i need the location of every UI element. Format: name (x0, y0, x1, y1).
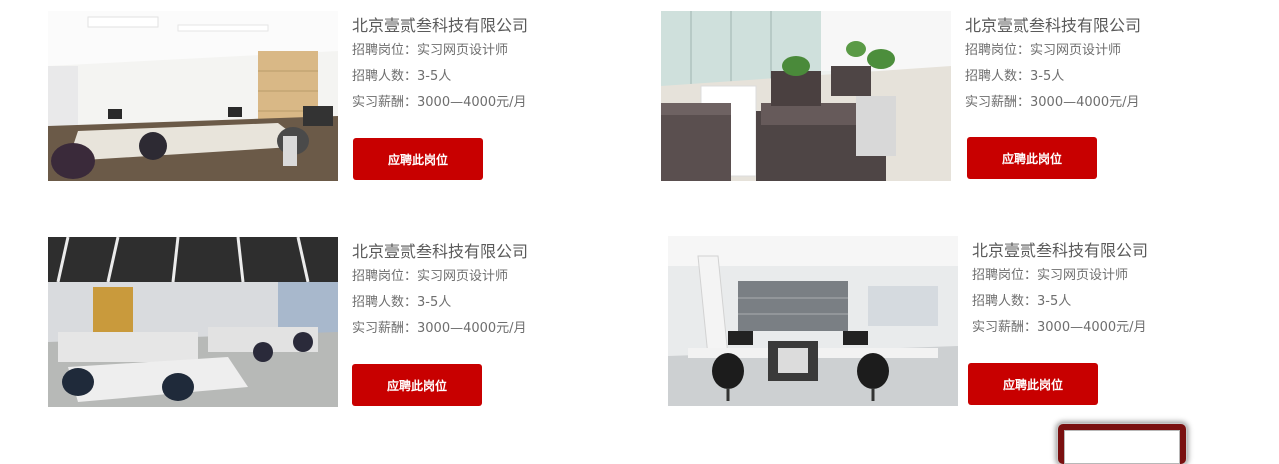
job-position: 招聘岗位：实习网页设计师 (352, 269, 509, 284)
job-card: 北京壹贰叁科技有限公司 招聘岗位：实习网页设计师 招聘人数：3-5人 实习薪酬：… (48, 237, 608, 412)
floating-widget-panel[interactable] (1064, 430, 1180, 464)
job-card: 北京壹贰叁科技有限公司 招聘岗位：实习网页设计师 招聘人数：3-5人 实习薪酬：… (668, 236, 1228, 411)
job-card: 北京壹贰叁科技有限公司 招聘岗位：实习网页设计师 招聘人数：3-5人 实习薪酬：… (48, 11, 608, 186)
job-headcount: 招聘人数：3-5人 (965, 69, 1065, 84)
company-name: 北京壹贰叁科技有限公司 (352, 16, 529, 35)
company-name: 北京壹贰叁科技有限公司 (972, 241, 1149, 260)
apply-button[interactable]: 应聘此岗位 (967, 137, 1097, 179)
job-headcount: 招聘人数：3-5人 (352, 69, 452, 84)
job-salary: 实习薪酬：3000—4000元/月 (352, 95, 527, 110)
job-headcount: 招聘人数：3-5人 (352, 295, 452, 310)
apply-button[interactable]: 应聘此岗位 (353, 138, 483, 180)
apply-button[interactable]: 应聘此岗位 (968, 363, 1098, 405)
job-position: 招聘岗位：实习网页设计师 (352, 43, 509, 58)
lounge-sofas-photo (661, 11, 951, 181)
apply-button[interactable]: 应聘此岗位 (352, 364, 482, 406)
job-headcount: 招聘人数：3-5人 (972, 294, 1072, 309)
office-workspace-photo (48, 11, 338, 181)
job-position: 招聘岗位：实习网页设计师 (965, 43, 1122, 58)
open-plan-office-photo (48, 237, 338, 407)
job-position: 招聘岗位：实习网页设计师 (972, 268, 1129, 283)
floating-widget[interactable] (1058, 424, 1186, 464)
job-salary: 实习薪酬：3000—4000元/月 (352, 321, 527, 336)
company-name: 北京壹贰叁科技有限公司 (965, 16, 1142, 35)
job-card: 北京壹贰叁科技有限公司 招聘岗位：实习网页设计师 招聘人数：3-5人 实习薪酬：… (661, 11, 1221, 186)
job-salary: 实习薪酬：3000—4000元/月 (972, 320, 1147, 335)
job-salary: 实习薪酬：3000—4000元/月 (965, 95, 1140, 110)
company-name: 北京壹贰叁科技有限公司 (352, 242, 529, 261)
modern-desks-photo (668, 236, 958, 406)
